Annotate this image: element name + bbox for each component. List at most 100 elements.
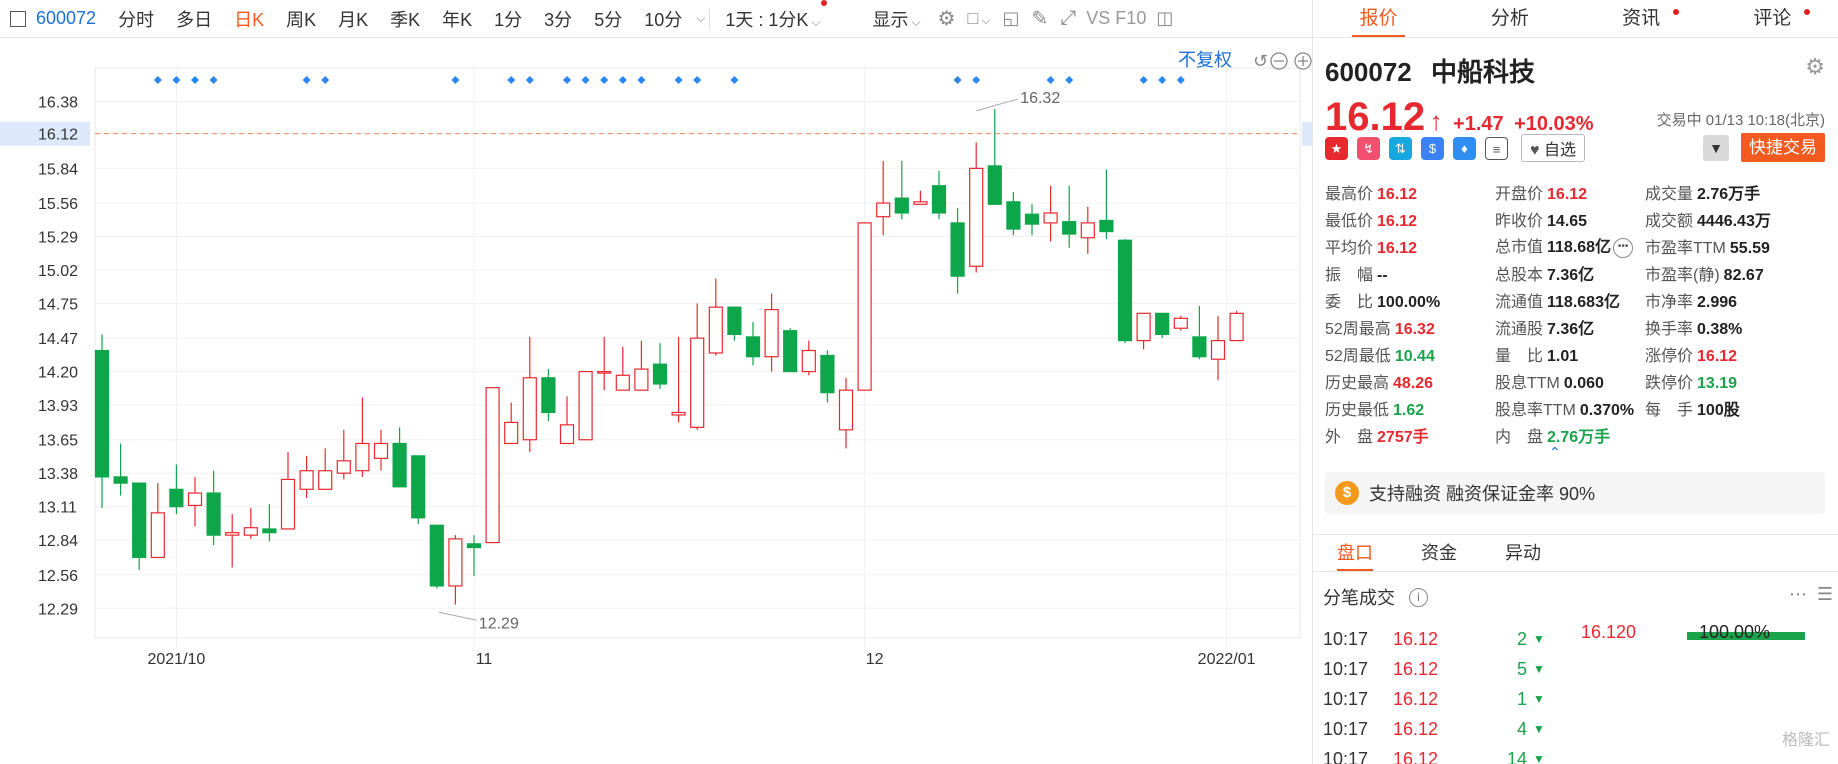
settings-gear-icon[interactable]: ⚙ <box>932 6 962 31</box>
event-dot[interactable] <box>674 76 683 84</box>
candle[interactable] <box>169 464 184 515</box>
candle[interactable] <box>429 524 444 589</box>
candle[interactable] <box>1024 204 1040 236</box>
note-icon[interactable]: ≡ <box>1485 136 1508 160</box>
candle[interactable] <box>113 443 128 496</box>
candle[interactable] <box>671 336 686 423</box>
collapse-chevron-up-icon[interactable]: ⌃ <box>1549 444 1561 461</box>
candle[interactable] <box>652 343 668 389</box>
candle[interactable] <box>708 278 723 356</box>
event-dot[interactable] <box>1139 76 1148 84</box>
candle[interactable] <box>783 328 798 373</box>
candle[interactable] <box>318 448 333 490</box>
candle[interactable] <box>299 455 314 498</box>
dollar-icon[interactable]: $ <box>1421 136 1444 160</box>
candle[interactable] <box>132 482 147 570</box>
candle[interactable] <box>1080 206 1095 254</box>
candle[interactable] <box>969 142 984 273</box>
candle[interactable] <box>1062 185 1077 248</box>
candle[interactable] <box>466 535 482 577</box>
bell-icon[interactable]: ▼ <box>1703 135 1729 161</box>
candle[interactable] <box>448 535 463 605</box>
candle[interactable] <box>1006 191 1021 236</box>
event-dot[interactable] <box>507 76 516 84</box>
event-dot[interactable] <box>618 76 627 84</box>
candle[interactable] <box>913 190 928 205</box>
pencil-icon[interactable]: ✎ <box>1026 6 1055 31</box>
candle[interactable] <box>336 429 351 480</box>
sub-tab-0[interactable]: 盘口 <box>1313 535 1397 571</box>
event-dot[interactable] <box>209 76 218 84</box>
list-view-icon[interactable]: ☰ <box>1817 584 1833 604</box>
event-dot[interactable] <box>451 76 460 84</box>
candle[interactable] <box>150 483 165 559</box>
event-dot[interactable] <box>191 76 199 84</box>
side-tab-3[interactable]: 评论 <box>1707 0 1838 37</box>
period-tab-2[interactable]: 日K <box>223 6 275 32</box>
period-tab-9[interactable]: 5分 <box>583 6 633 32</box>
candle[interactable] <box>1210 315 1226 381</box>
period-tab-7[interactable]: 1分 <box>483 6 533 32</box>
candle[interactable] <box>727 306 742 341</box>
candle[interactable] <box>541 369 556 422</box>
china-flag-icon[interactable]: ★ <box>1325 136 1348 160</box>
period-tab-5[interactable]: 季K <box>379 6 431 32</box>
period-tab-10[interactable]: 10分 <box>633 6 693 32</box>
candle[interactable] <box>1192 305 1207 360</box>
window-icon[interactable]: □ ⌵ <box>962 8 997 29</box>
event-dot[interactable] <box>600 76 609 84</box>
event-dot[interactable] <box>581 76 590 84</box>
event-dot[interactable] <box>302 76 311 84</box>
display-select[interactable]: 显示 ⌵ <box>861 6 931 32</box>
camera-icon[interactable]: ◱ <box>997 8 1026 29</box>
candle[interactable] <box>987 108 1002 205</box>
candle[interactable] <box>1173 315 1188 331</box>
candle[interactable] <box>504 402 519 445</box>
event-dot[interactable] <box>321 76 330 84</box>
candle[interactable] <box>559 396 575 445</box>
candle[interactable] <box>820 350 835 403</box>
candle[interactable] <box>522 336 537 453</box>
event-dot[interactable] <box>1046 76 1055 84</box>
candle[interactable] <box>392 427 407 488</box>
vs-f10-button[interactable]: VS F10 <box>1082 8 1150 29</box>
event-dot[interactable] <box>693 76 702 84</box>
sidebar-toggle-icon[interactable] <box>10 10 26 27</box>
candle[interactable] <box>225 514 240 568</box>
more-options-icon[interactable]: ⋯ <box>1789 584 1807 604</box>
candle[interactable] <box>894 160 909 220</box>
add-watchlist-button[interactable]: ♥ 自选 <box>1521 134 1585 162</box>
stock-code-link[interactable]: 600072 <box>30 8 107 29</box>
settings-gear-icon[interactable]: ⚙ <box>1805 54 1825 80</box>
event-dot[interactable] <box>953 76 962 84</box>
sub-tab-2[interactable]: 异动 <box>1481 535 1565 571</box>
candle[interactable] <box>355 397 370 477</box>
event-dot[interactable] <box>525 76 534 84</box>
candle[interactable] <box>950 208 965 294</box>
side-tab-0[interactable]: 报价 <box>1313 0 1444 37</box>
candle[interactable] <box>206 470 221 546</box>
event-dot[interactable] <box>972 76 981 84</box>
candle[interactable] <box>1099 169 1114 239</box>
more-options-icon[interactable]: ••• <box>1613 237 1634 258</box>
period-tab-1[interactable]: 多日 <box>165 6 223 32</box>
candle[interactable] <box>187 476 203 527</box>
candle[interactable] <box>634 340 649 391</box>
candle[interactable] <box>1155 312 1170 339</box>
candle[interactable] <box>876 160 891 236</box>
fullscreen-icon[interactable]: ⤢ <box>1054 7 1082 30</box>
event-dot[interactable] <box>637 76 646 84</box>
adjust-mode-link[interactable]: 不复权 <box>1178 50 1232 70</box>
candle[interactable] <box>243 507 258 539</box>
candle[interactable] <box>1117 239 1133 344</box>
candle[interactable] <box>280 452 296 530</box>
event-dot[interactable] <box>1065 76 1074 84</box>
candle[interactable] <box>1043 185 1058 242</box>
candle[interactable] <box>485 387 500 544</box>
event-dot[interactable] <box>730 76 739 84</box>
candle[interactable] <box>690 303 705 430</box>
event-dot[interactable] <box>172 76 181 84</box>
sub-tab-1[interactable]: 资金 <box>1397 535 1481 571</box>
connect-icon[interactable]: ↯ <box>1357 136 1380 160</box>
candle[interactable] <box>373 429 389 471</box>
